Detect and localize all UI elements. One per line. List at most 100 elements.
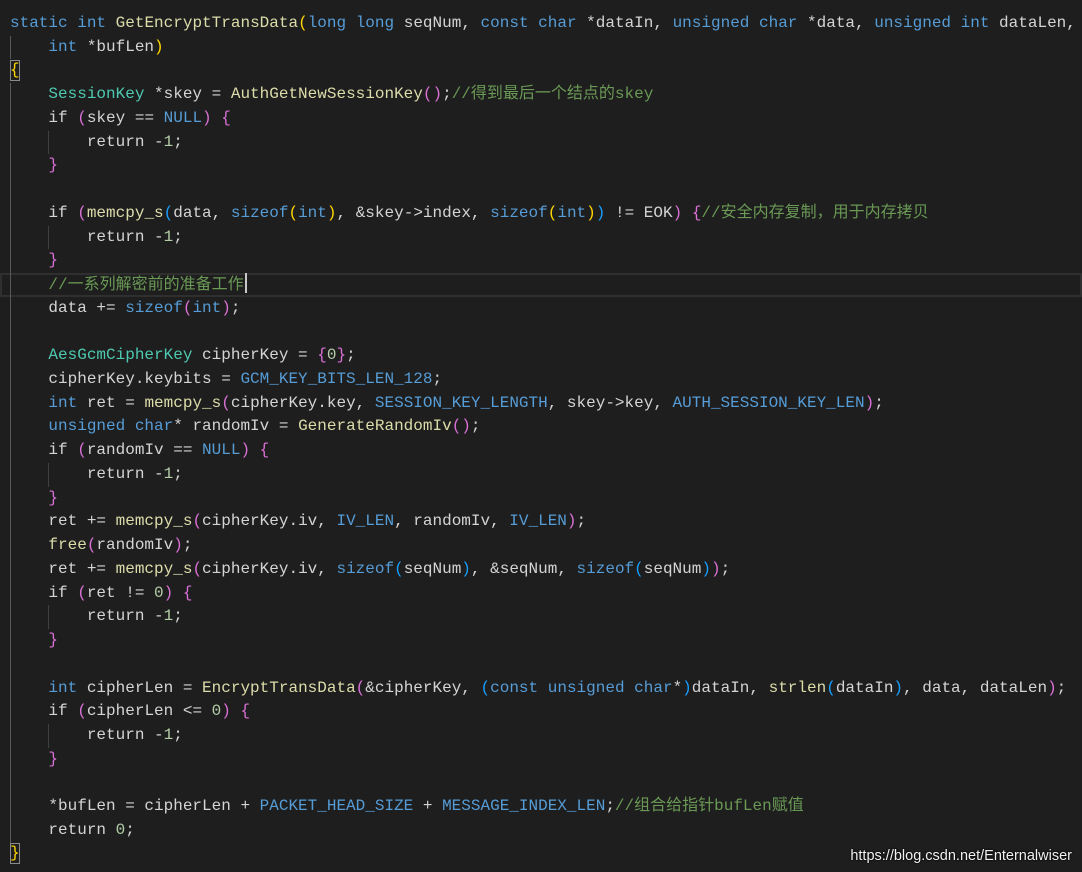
code-text: , data, dataLen <box>903 678 1048 697</box>
code-line[interactable]: if (ret != 0) { <box>0 581 1082 606</box>
code-text: cipherKey.keybits = <box>10 370 241 389</box>
code-text: data, <box>173 203 231 222</box>
type-name: AesGcmCipherKey <box>48 346 193 365</box>
bracket: ) <box>326 203 337 222</box>
indent-guide <box>10 795 11 819</box>
matched-bracket: { <box>10 59 20 81</box>
indent-guide <box>48 130 50 155</box>
code-line[interactable]: int cipherLen = EncryptTransData(&cipher… <box>0 676 1082 701</box>
indent-guide <box>10 605 11 630</box>
code-text: , &skey->index, <box>336 203 491 222</box>
bracket: ( <box>77 108 87 127</box>
bracket: ( <box>163 203 174 222</box>
keyword: unsigned <box>672 14 750 32</box>
bracket: ( <box>77 702 87 721</box>
number-literal: 0 <box>211 702 222 721</box>
code-line[interactable]: if (cipherLen <= 0) { <box>0 700 1082 725</box>
bracket: ) <box>173 536 183 555</box>
code-line[interactable]: if (memcpy_s(data, sizeof(int), &skey->i… <box>0 201 1082 226</box>
indent-guide <box>10 652 11 677</box>
code-line[interactable]: return 0; <box>0 818 1082 843</box>
code-line[interactable]: //一系列解密前的准备工作 <box>0 273 1082 297</box>
code-editor[interactable]: static int GetEncryptTransData(long long… <box>0 12 1082 872</box>
indent-guide <box>48 462 50 487</box>
bracket: ) <box>672 203 683 222</box>
code-line[interactable]: cipherKey.keybits = GCM_KEY_BITS_LEN_128… <box>0 368 1082 392</box>
function-name: memcpy_s <box>115 559 193 578</box>
bracket: ( <box>634 559 644 578</box>
code-line[interactable]: int *bufLen) <box>0 35 1082 60</box>
code-line[interactable]: } <box>0 747 1082 772</box>
code-text: return - <box>10 726 164 745</box>
code-line[interactable]: } <box>0 629 1082 653</box>
code-line[interactable]: int ret = memcpy_s(cipherKey.key, SESSIO… <box>0 391 1082 416</box>
bracket: ) <box>710 559 721 578</box>
indent-guide <box>10 676 11 701</box>
number-literal: 1 <box>163 607 174 626</box>
watermark-text: https://blog.csdn.net/Enternalwiser <box>850 848 1072 864</box>
code-line[interactable]: return -1; <box>0 605 1082 630</box>
bracket: { <box>317 346 327 365</box>
code-line[interactable] <box>0 320 1082 345</box>
code-line[interactable]: return -1; <box>0 462 1082 487</box>
bracket: { <box>691 203 702 222</box>
indent-guide <box>10 320 11 345</box>
keyword: IV_LEN <box>509 512 567 531</box>
function-name: memcpy_s <box>144 393 222 412</box>
code-line[interactable]: if (randomIv == NULL) { <box>0 439 1082 463</box>
code-line[interactable]: return -1; <box>0 724 1082 748</box>
code-line[interactable]: *bufLen = cipherLen + PACKET_HEAD_SIZE +… <box>0 795 1082 819</box>
code-text: * <box>672 678 683 697</box>
function-name: GetEncryptTransData <box>115 14 299 32</box>
code-line[interactable]: ret += memcpy_s(cipherKey.iv, sizeof(seq… <box>0 557 1082 582</box>
bracket: ) <box>893 678 904 697</box>
code-line[interactable]: free(randomIv); <box>0 534 1082 558</box>
keyword: sizeof <box>125 298 183 317</box>
bracket: ) <box>461 417 471 436</box>
keyword: unsigned <box>547 678 625 697</box>
code-line[interactable]: data += sizeof(int); <box>0 296 1082 321</box>
code-line[interactable]: unsigned char* randomIv = GenerateRandom… <box>0 415 1082 440</box>
code-line[interactable] <box>0 771 1082 796</box>
keyword: long <box>355 14 395 32</box>
code-line[interactable]: } <box>0 154 1082 179</box>
code-text: cipherLen = <box>77 678 203 697</box>
code-text: skey == <box>86 108 164 127</box>
code-line[interactable]: return -1; <box>0 225 1082 250</box>
bracket: ( <box>288 203 299 222</box>
bracket: ( <box>826 678 836 697</box>
code-text: randomIv <box>96 536 174 555</box>
bracket: ) <box>864 393 875 412</box>
keyword: char <box>134 417 174 436</box>
code-text: &cipherKey, <box>365 678 481 697</box>
code-line[interactable]: { <box>0 59 1082 83</box>
code-line[interactable]: AesGcmCipherKey cipherKey = {0}; <box>0 344 1082 369</box>
code-line[interactable]: SessionKey *skey = AuthGetNewSessionKey(… <box>0 83 1082 107</box>
code-line[interactable]: if (skey == NULL) { <box>0 106 1082 131</box>
code-line[interactable] <box>0 178 1082 202</box>
code-line[interactable] <box>0 652 1082 677</box>
code-line[interactable]: ret += memcpy_s(cipherKey.iv, IV_LEN, ra… <box>0 510 1082 535</box>
bracket: ) <box>1047 678 1057 697</box>
bracket: { <box>240 702 251 721</box>
code-line[interactable]: } <box>0 486 1082 511</box>
bracket: ( <box>298 14 308 32</box>
bracket: ) <box>701 559 711 578</box>
code-line[interactable]: } <box>0 249 1082 274</box>
bracket: ) <box>240 441 251 460</box>
code-line[interactable]: static int GetEncryptTransData(long long… <box>0 12 1082 36</box>
number-literal: 0 <box>154 583 164 602</box>
code-line[interactable]: return -1; <box>0 130 1082 155</box>
code-text: ; <box>346 346 356 365</box>
bracket: ) <box>566 512 577 531</box>
code-text: return - <box>10 607 164 626</box>
code-text: data += <box>10 298 126 317</box>
comment: //组合给指针bufLen赋值 <box>614 797 804 816</box>
